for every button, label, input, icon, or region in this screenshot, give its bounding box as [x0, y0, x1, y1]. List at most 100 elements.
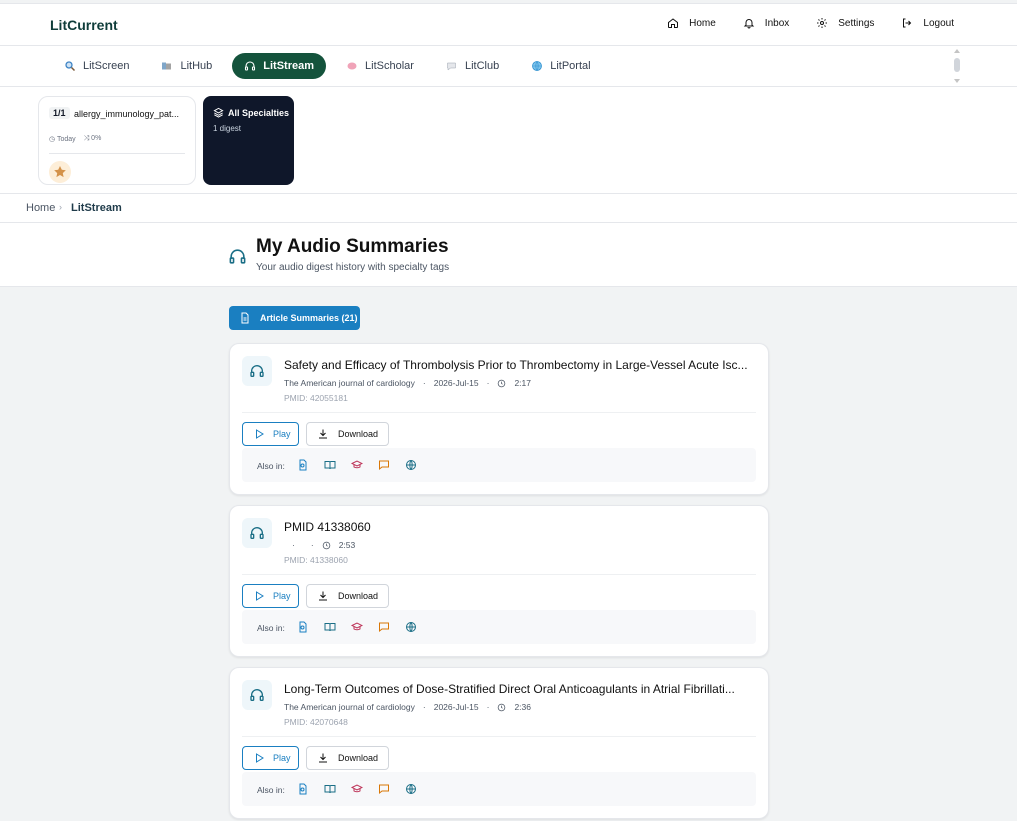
top-nav: Home Inbox Settings Logout — [667, 17, 954, 29]
summary-card: Long-Term Outcomes of Dose-Stratified Di… — [229, 667, 769, 819]
brain-icon — [347, 62, 357, 70]
tab-litportal[interactable]: LitPortal — [519, 53, 602, 79]
page-subtitle: Your audio digest history with specialty… — [256, 262, 450, 273]
download-icon — [319, 429, 327, 439]
play-icon — [256, 753, 264, 763]
lithub-link-icon[interactable] — [324, 783, 336, 795]
litportal-link-icon[interactable] — [405, 783, 417, 795]
tab-litstream[interactable]: LitStream — [232, 53, 327, 79]
litscholar-link-icon[interactable] — [351, 459, 363, 471]
also-in-bar: Also in: — [242, 448, 756, 482]
summary-pmid: PMID: 42070648 — [284, 717, 348, 727]
article-summaries-label: Article Summaries (21) — [260, 313, 358, 323]
play-button[interactable]: Play — [242, 422, 299, 446]
summary-title[interactable]: Safety and Efficacy of Thrombolysis Prio… — [284, 358, 758, 372]
play-icon — [256, 591, 264, 601]
headphones-icon — [250, 527, 264, 539]
logout-icon — [903, 18, 912, 28]
summary-journal: The American journal of cardiology — [284, 702, 415, 712]
nav-logout-label: Logout — [923, 17, 954, 29]
litportal-link-icon[interactable] — [405, 621, 417, 633]
tab-litclub[interactable]: LitClub — [434, 53, 511, 79]
books-icon — [162, 62, 172, 70]
summary-pmid: PMID: 41338060 — [284, 555, 348, 565]
divider — [242, 736, 756, 737]
meta-separator-2: · — [310, 540, 314, 550]
home-icon — [668, 18, 679, 28]
nav-logout[interactable]: Logout — [901, 17, 954, 29]
litscreen-link-icon[interactable] — [297, 621, 309, 633]
divider — [49, 153, 185, 154]
bell-icon — [743, 19, 755, 29]
tab-litscreen[interactable]: LitScreen — [52, 53, 141, 79]
tab-lithub[interactable]: LitHub — [149, 53, 224, 79]
litclub-link-icon[interactable] — [378, 621, 390, 633]
lithub-link-icon[interactable] — [324, 459, 336, 471]
page-header: My Audio Summaries Your audio digest his… — [0, 223, 1017, 287]
gear-icon — [817, 18, 828, 28]
top-navbar: LitCurrent Home Inbox Settings Logout — [0, 3, 1017, 46]
summary-title[interactable]: PMID 41338060 — [284, 520, 758, 534]
clock-icon — [322, 541, 330, 549]
play-label: Play — [273, 591, 291, 601]
summary-journal: The American journal of cardiology — [284, 378, 415, 388]
nav-settings[interactable]: Settings — [816, 17, 874, 29]
also-in-label: Also in: — [257, 461, 285, 471]
download-button[interactable]: Download — [306, 746, 389, 770]
audio-avatar — [242, 518, 272, 548]
litclub-link-icon[interactable] — [378, 783, 390, 795]
nav-inbox[interactable]: Inbox — [743, 17, 789, 29]
download-icon — [319, 753, 327, 763]
also-in-bar: Also in: — [242, 772, 756, 806]
magnifier-icon — [65, 61, 76, 72]
also-in-label: Also in: — [257, 623, 285, 633]
digest-progress-text: 0% — [91, 135, 102, 142]
summary-meta: The American journal of cardiology · 202… — [284, 378, 531, 388]
brand-logo[interactable]: LitCurrent — [50, 17, 118, 33]
meta-separator-2: · — [486, 702, 490, 712]
meta-separator: · — [292, 540, 295, 550]
summary-duration: 2:17 — [514, 378, 531, 388]
breadcrumb-home[interactable]: Home — [26, 202, 55, 214]
summary-meta: The American journal of cardiology · 202… — [284, 702, 531, 712]
nav-home[interactable]: Home — [667, 17, 716, 29]
lithub-link-icon[interactable] — [324, 621, 336, 633]
page-title: My Audio Summaries — [256, 236, 449, 257]
digest-date: ◷ Today — [49, 136, 76, 143]
litclub-link-icon[interactable] — [378, 459, 390, 471]
summary-title[interactable]: Long-Term Outcomes of Dose-Stratified Di… — [284, 682, 758, 696]
also-in-label: Also in: — [257, 785, 285, 795]
download-button[interactable]: Download — [306, 422, 389, 446]
tabs-scrollbar[interactable] — [954, 49, 960, 83]
nav-inbox-label: Inbox — [764, 17, 790, 29]
document-icon — [241, 312, 249, 324]
play-button[interactable]: Play — [242, 584, 299, 608]
digest-card[interactable]: 1/1 allergy_immunology_pat... ◷ Today ⤨ … — [38, 96, 196, 185]
divider — [242, 574, 756, 575]
tab-lithub-label: LitHub — [180, 60, 213, 72]
headphones-icon — [245, 61, 256, 71]
article-summaries-button[interactable]: Article Summaries (21) — [229, 306, 360, 330]
litscholar-link-icon[interactable] — [351, 621, 363, 633]
meta-separator-2: · — [486, 378, 490, 388]
litscholar-link-icon[interactable] — [351, 783, 363, 795]
digest-count-badge: 1/1 — [49, 107, 70, 119]
digest-selector: 1/1 allergy_immunology_pat... ◷ Today ⤨ … — [0, 87, 1017, 194]
layers-icon — [213, 107, 224, 118]
litportal-link-icon[interactable] — [405, 459, 417, 471]
nav-settings-label: Settings — [838, 17, 875, 29]
all-specialties-card[interactable]: All Specialties 1 digest — [203, 96, 294, 185]
litscreen-link-icon[interactable] — [297, 783, 309, 795]
nav-home-label: Home — [689, 17, 716, 29]
breadcrumb: Home › LitStream — [0, 194, 1017, 223]
summary-card: Safety and Efficacy of Thrombolysis Prio… — [229, 343, 769, 495]
download-button[interactable]: Download — [306, 584, 389, 608]
litscreen-link-icon[interactable] — [297, 459, 309, 471]
tab-litscholar[interactable]: LitScholar — [334, 53, 426, 79]
breadcrumb-current: LitStream — [71, 202, 122, 214]
speech-bubble-icon — [447, 62, 456, 71]
digest-progress: ⤨ 0% — [83, 135, 102, 142]
download-label: Download — [338, 753, 379, 763]
play-button[interactable]: Play — [242, 746, 299, 770]
summary-card: PMID 41338060 · · 2:53 PMID: 41338060 Pl… — [229, 505, 769, 657]
